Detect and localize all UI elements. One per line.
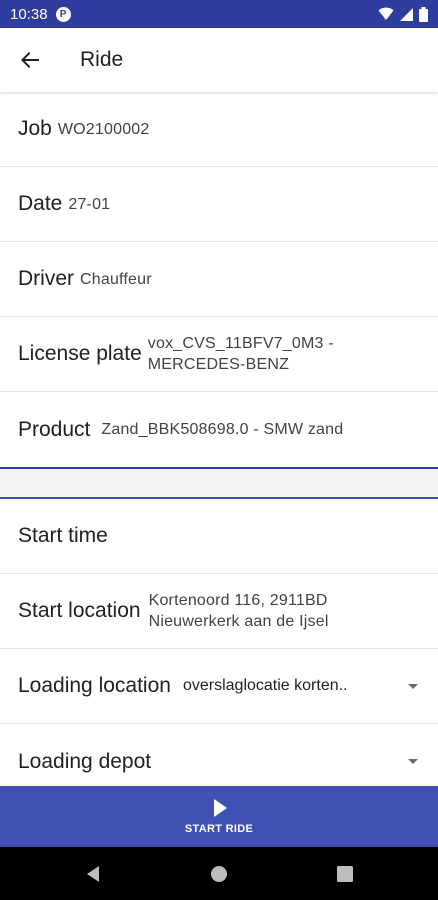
loading-depot-select[interactable] xyxy=(163,759,420,764)
product-row: Product Zand_BBK508698.0 - SMW zand xyxy=(0,392,438,467)
ride-fields-section: Start time Start location Kortenoord 116… xyxy=(0,499,438,785)
page-title: Ride xyxy=(80,48,124,71)
license-plate-row: License plate vox_CVS_11BFV7_0M3 - MERCE… xyxy=(0,317,438,392)
license-plate-value: vox_CVS_11BFV7_0M3 - MERCEDES-BENZ xyxy=(147,335,334,373)
date-label: Date xyxy=(18,192,63,215)
play-icon xyxy=(214,798,227,817)
loading-location-selected: overslaglocatie korten.. xyxy=(182,677,348,694)
product-value: Zand_BBK508698.0 - SMW zand xyxy=(101,421,344,438)
status-bar: 10:38 P xyxy=(0,0,438,28)
product-label: Product xyxy=(18,417,91,441)
start-location-value: Kortenoord 116, 2911BD Nieuwerkerk aan d… xyxy=(148,592,329,630)
loading-depot-row: Loading depot xyxy=(0,724,438,785)
nav-back-icon xyxy=(87,865,99,882)
chevron-down-icon xyxy=(408,759,418,764)
status-icons xyxy=(378,6,428,22)
start-location-row: Start location Kortenoord 116, 2911BD Ni… xyxy=(0,574,438,649)
start-time-row[interactable]: Start time xyxy=(0,499,438,574)
job-value: WO2100002 xyxy=(57,120,150,138)
signal-icon xyxy=(400,7,413,21)
nav-home-button[interactable] xyxy=(156,847,282,900)
app-notification-letter: P xyxy=(59,8,67,20)
back-arrow-icon xyxy=(21,52,39,68)
battery-icon xyxy=(419,6,428,22)
job-row: Job WO2100002 xyxy=(0,92,438,167)
job-label: Job xyxy=(18,117,52,140)
driver-row: Driver Chauffeur xyxy=(0,242,438,317)
license-plate-label: License plate xyxy=(18,342,142,365)
status-time: 10:38 xyxy=(10,5,48,23)
start-time-label: Start time xyxy=(18,524,108,547)
system-nav-bar xyxy=(0,847,438,900)
loading-location-label: Loading location xyxy=(18,674,171,697)
nav-recents-button[interactable] xyxy=(282,847,408,900)
nav-back-button[interactable] xyxy=(30,847,156,900)
loading-location-select[interactable]: overslaglocatie korten.. xyxy=(183,677,420,695)
loading-depot-label: Loading depot xyxy=(18,749,152,773)
nav-recents-icon xyxy=(337,865,353,882)
chevron-down-icon xyxy=(408,683,418,689)
start-ride-label: START RIDE xyxy=(184,822,254,835)
date-row: Date 27-01 xyxy=(0,167,438,242)
app-bar: Ride xyxy=(0,28,438,92)
section-divider xyxy=(0,469,438,499)
app-notification-icon: P xyxy=(55,6,71,22)
date-value: 27-01 xyxy=(68,195,111,213)
wifi-icon xyxy=(378,7,394,20)
start-ride-button[interactable]: START RIDE xyxy=(0,786,438,847)
driver-value: Chauffeur xyxy=(80,270,152,288)
ride-content[interactable]: Job WO2100002 Date 27-01 Driver Chauffeu… xyxy=(0,92,438,785)
driver-label: Driver xyxy=(18,267,74,290)
ride-info-section: Job WO2100002 Date 27-01 Driver Chauffeu… xyxy=(0,92,438,469)
start-location-label: Start location xyxy=(18,599,141,622)
nav-home-icon xyxy=(211,865,227,882)
loading-location-row: Loading location overslaglocatie korten.… xyxy=(0,649,438,724)
back-button[interactable] xyxy=(2,32,58,88)
